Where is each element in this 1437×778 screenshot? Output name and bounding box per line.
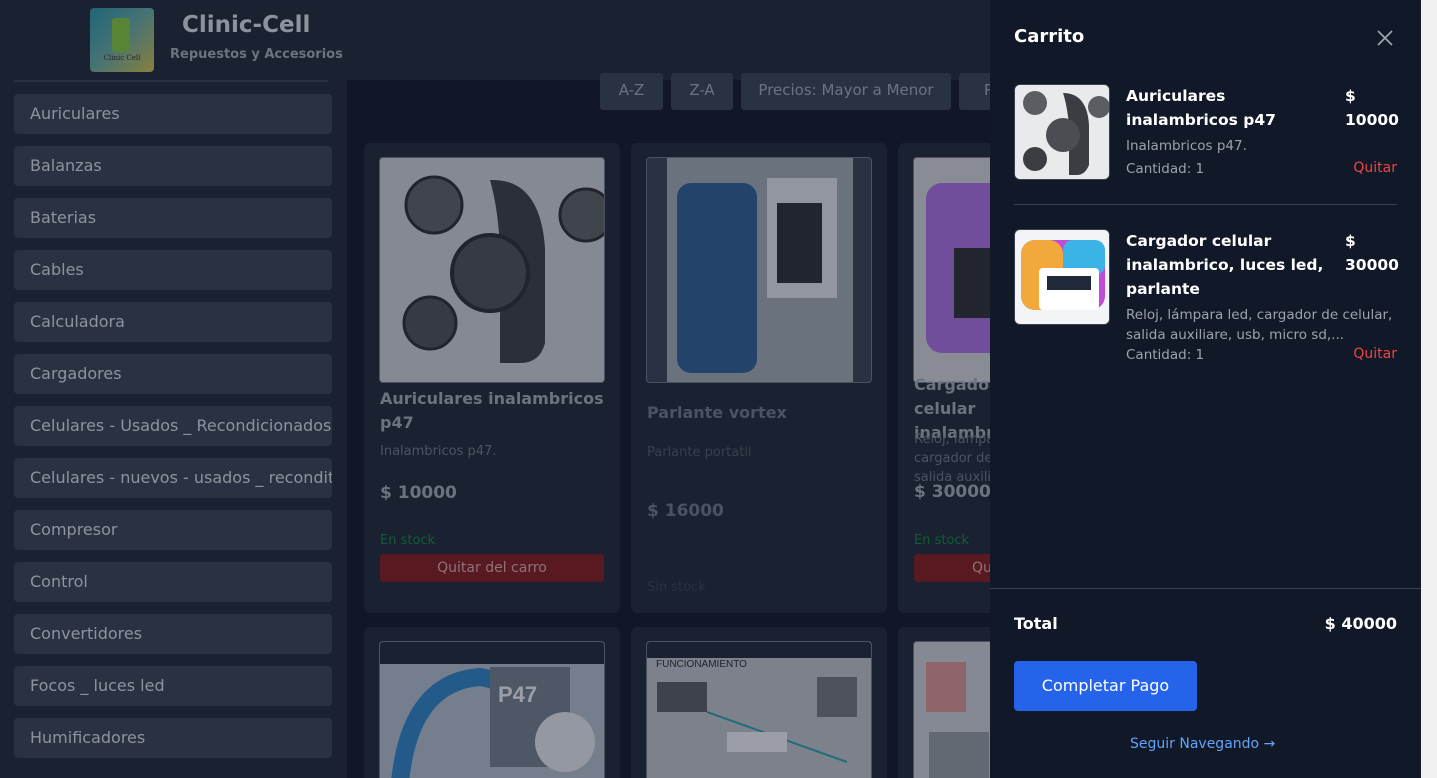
cart-item: Auriculares inalambricos p47 $ 10000 Ina… [1014,84,1399,194]
cart-item-image [1014,229,1110,325]
cart-item: Cargador celular inalambrico, luces led,… [1014,229,1399,369]
cart-item-price: $ 30000 [1345,229,1399,277]
cart-item-name[interactable]: Cargador celular inalambrico, luces led,… [1126,229,1336,301]
cart-item-quantity: Cantidad: 1 [1126,161,1205,177]
cart-item-image [1014,84,1110,180]
price-value: 10000 [1345,111,1399,129]
currency-symbol: $ [1345,232,1356,250]
cart-item-quantity: Cantidad: 1 [1126,347,1205,363]
price-value: 30000 [1345,256,1399,274]
cart-total-value: $ 40000 [1324,614,1397,633]
cart-item-description: Inalambricos p47. [1126,138,1247,154]
page-scrollbar[interactable] [1421,0,1437,778]
currency-symbol: $ [1345,87,1356,105]
led-lamp-icon [1015,230,1109,324]
cart-item-divider [1014,204,1397,205]
remove-item-button[interactable]: Quitar [1353,346,1397,362]
cart-item-name[interactable]: Auriculares inalambricos p47 [1126,84,1336,132]
continue-shopping-link[interactable]: Seguir Navegando → [1130,736,1275,752]
close-icon[interactable] [1375,28,1395,48]
cart-total-label: Total [1014,614,1058,633]
cart-item-description: Reloj, lámpara led, cargador de celular,… [1126,307,1393,343]
remove-item-button[interactable]: Quitar [1353,160,1397,176]
modal-backdrop[interactable] [0,0,990,778]
complete-payment-button[interactable]: Completar Pago [1014,661,1197,711]
headphones-icon [1015,85,1109,179]
cart-footer-divider [990,588,1421,589]
cart-drawer: Carrito Auriculares inalambricos p47 $ 1… [990,0,1421,778]
cart-item-price: $ 10000 [1345,84,1399,132]
cart-title: Carrito [1014,26,1085,47]
